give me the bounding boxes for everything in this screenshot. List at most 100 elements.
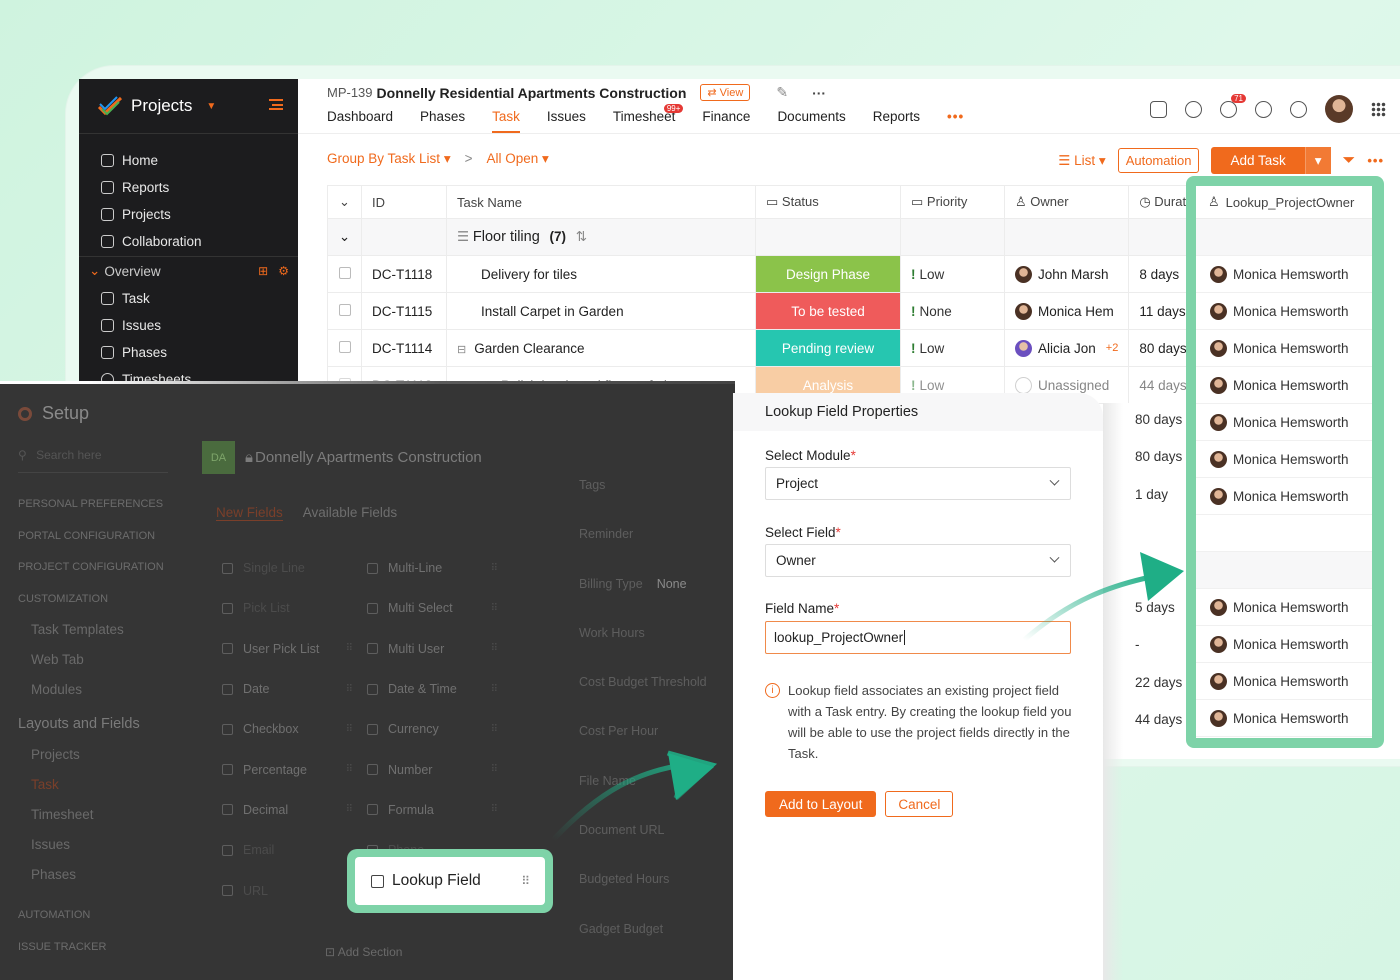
drag-handle-icon[interactable]: ⠿	[491, 563, 498, 574]
row-checkbox[interactable]	[338, 303, 351, 316]
list-view-select[interactable]: ☰ List ▾	[1058, 153, 1105, 169]
field-item[interactable]: Percentage ⠿	[222, 763, 367, 777]
section-header[interactable]: PORTAL CONFIGURATION	[18, 528, 188, 560]
drag-handle-icon[interactable]: ⠿	[491, 603, 498, 614]
task-name[interactable]: ⊟ Garden Clearance	[446, 329, 756, 367]
sidebar-item-home[interactable]: Home	[101, 147, 202, 174]
tabs-more-button[interactable]: •••	[947, 109, 964, 133]
setup-item[interactable]: Phases	[18, 867, 188, 897]
lookup-cell[interactable]: Monica Hemsworth	[1196, 256, 1372, 293]
lookup-cell[interactable]: Monica Hemsworth	[1196, 626, 1372, 663]
drag-handle-icon[interactable]: ⠿	[346, 804, 353, 815]
add-icon[interactable]	[1150, 100, 1167, 118]
chevron-down-icon[interactable]: ⌄	[327, 218, 362, 256]
sidebar-item-phases[interactable]: Phases	[101, 339, 191, 366]
tab-available-fields[interactable]: Available Fields	[303, 505, 397, 521]
drag-handle-icon[interactable]: ⠿	[491, 724, 498, 735]
task-name[interactable]: Delivery for tiles	[446, 255, 756, 293]
all-open-select[interactable]: All Open ▾	[486, 151, 548, 167]
priority-cell[interactable]: ! Low	[900, 255, 1005, 293]
filter-icon[interactable]: ⏷	[1343, 152, 1356, 170]
more-button[interactable]: ···	[812, 85, 826, 101]
drag-handle-icon[interactable]: ⠿	[491, 643, 498, 654]
field-item[interactable]: Number ⠿	[367, 763, 512, 777]
setup-search-input[interactable]: ⚲ Search here	[18, 448, 168, 473]
collapse-all-icon[interactable]: ⌄	[327, 185, 362, 219]
add-to-layout-button[interactable]: Add to Layout	[765, 791, 877, 817]
tab-dashboard[interactable]: Dashboard	[327, 109, 393, 133]
row-checkbox[interactable]	[338, 266, 351, 279]
select-module-dropdown[interactable]: Project	[765, 467, 1071, 500]
tab-reports[interactable]: Reports	[873, 109, 920, 133]
group-by-select[interactable]: Group By Task List ▾	[327, 151, 451, 167]
section-header[interactable]: AUTOMATION	[18, 907, 188, 939]
status-badge[interactable]: Pending review	[755, 329, 901, 367]
caret-down-icon[interactable]: ▼	[206, 101, 216, 112]
expand-icon[interactable]: ⊟	[457, 344, 466, 356]
overview-section[interactable]: ⌄ Overview ⊞ ⚙	[89, 263, 289, 279]
setup-item[interactable]: Timesheet	[18, 807, 188, 837]
form-field-label[interactable]: Cost Budget Threshold	[579, 675, 707, 724]
brand[interactable]: Projects ▼	[97, 95, 216, 117]
setup-item-active[interactable]: Task	[18, 777, 188, 807]
column-header-id[interactable]: ID	[361, 185, 447, 219]
field-item[interactable]: Multi Select ⠿	[367, 601, 512, 615]
status-badge[interactable]: Design Phase	[755, 255, 901, 293]
sort-icon[interactable]: ⇅	[576, 229, 587, 244]
drag-handle-icon[interactable]: ⠿	[491, 684, 498, 695]
lookup-field-item[interactable]: Lookup Field ⠿	[355, 857, 545, 905]
tab-issues[interactable]: Issues	[547, 109, 586, 133]
automation-button[interactable]: Automation	[1117, 148, 1200, 173]
sidebar-item-task[interactable]: Task	[101, 285, 191, 312]
row-checkbox[interactable]	[338, 340, 351, 353]
form-field-label[interactable]: Gadget Budget	[579, 922, 707, 971]
search-icon[interactable]	[1185, 100, 1202, 118]
lookup-cell[interactable]: Monica Hemsworth	[1196, 404, 1372, 441]
layouts-title[interactable]: Layouts and Fields	[18, 716, 188, 747]
form-field-label[interactable]: Cost Per Hour	[579, 724, 707, 773]
add-task-button[interactable]: Add Task ▾	[1211, 147, 1331, 174]
owner-cell[interactable]: John Marsh	[1003, 255, 1130, 293]
column-header-task-name[interactable]: Task Name	[446, 185, 756, 219]
form-field-billing[interactable]: Billing Type None	[579, 577, 707, 626]
sidebar-item-projects[interactable]: Projects	[101, 201, 202, 228]
sidebar-item-reports[interactable]: Reports	[101, 174, 202, 201]
menu-icon[interactable]	[269, 99, 283, 110]
column-header-lookup[interactable]: ♙ Lookup_ProjectOwner	[1196, 186, 1372, 219]
apps-grid-icon[interactable]	[1371, 101, 1386, 117]
column-header-priority[interactable]: ▭ Priority	[900, 185, 1005, 219]
timer-icon[interactable]	[1255, 100, 1272, 118]
add-section-button[interactable]: ⊡ Add Section	[325, 945, 402, 959]
cancel-button[interactable]: Cancel	[885, 791, 954, 817]
table-row[interactable]: DC-T1114 ⊟ Garden Clearance Pending revie…	[327, 329, 1215, 367]
form-field-label[interactable]: Reminder	[579, 527, 707, 576]
sidebar-item-collaboration[interactable]: Collaboration	[101, 228, 202, 255]
lookup-cell[interactable]: Monica Hemsworth	[1196, 700, 1372, 737]
field-item[interactable]: Decimal ⠿	[222, 803, 367, 817]
owner-cell[interactable]: Alicia Jon +2	[1003, 329, 1130, 367]
add-icon[interactable]: ⊞	[258, 264, 268, 278]
form-field-label[interactable]: Tags	[579, 478, 707, 527]
owner-cell[interactable]: Monica Hem	[1003, 292, 1130, 330]
table-row[interactable]: DC-T1115 Install Carpet in Garden To be …	[327, 292, 1215, 330]
drag-handle-icon[interactable]: ⠿	[346, 643, 353, 654]
drag-handle-icon[interactable]: ⠿	[491, 804, 498, 815]
table-row[interactable]: DC-T1118 Delivery for tiles Design Phase…	[327, 255, 1215, 293]
notification-icon[interactable]: 71	[1220, 93, 1246, 118]
section-header[interactable]: PERSONAL PREFERENCES	[18, 496, 188, 528]
section-header[interactable]: ISSUE TRACKER	[18, 939, 188, 971]
field-item[interactable]: Multi User ⠿	[367, 642, 512, 656]
drag-handle-icon[interactable]: ⠿	[346, 724, 353, 735]
drag-handle-icon[interactable]: ⠿	[346, 684, 353, 695]
lookup-cell[interactable]: Monica Hemsworth	[1196, 663, 1372, 700]
field-item[interactable]: Pick List	[222, 601, 367, 615]
lookup-cell[interactable]: Monica Hemsworth	[1196, 589, 1372, 626]
field-item[interactable]: Date & Time ⠿	[367, 682, 512, 696]
tab-documents[interactable]: Documents	[777, 109, 845, 133]
drag-handle-icon[interactable]: ⠿	[346, 764, 353, 775]
section-header[interactable]: CUSTOMIZATION	[18, 591, 188, 623]
field-item[interactable]: Checkbox ⠿	[222, 722, 367, 736]
form-field-label[interactable]: Budgeted Hours	[579, 872, 707, 921]
lookup-cell[interactable]: Monica Hemsworth	[1196, 367, 1372, 404]
field-item[interactable]: Email	[222, 843, 367, 857]
